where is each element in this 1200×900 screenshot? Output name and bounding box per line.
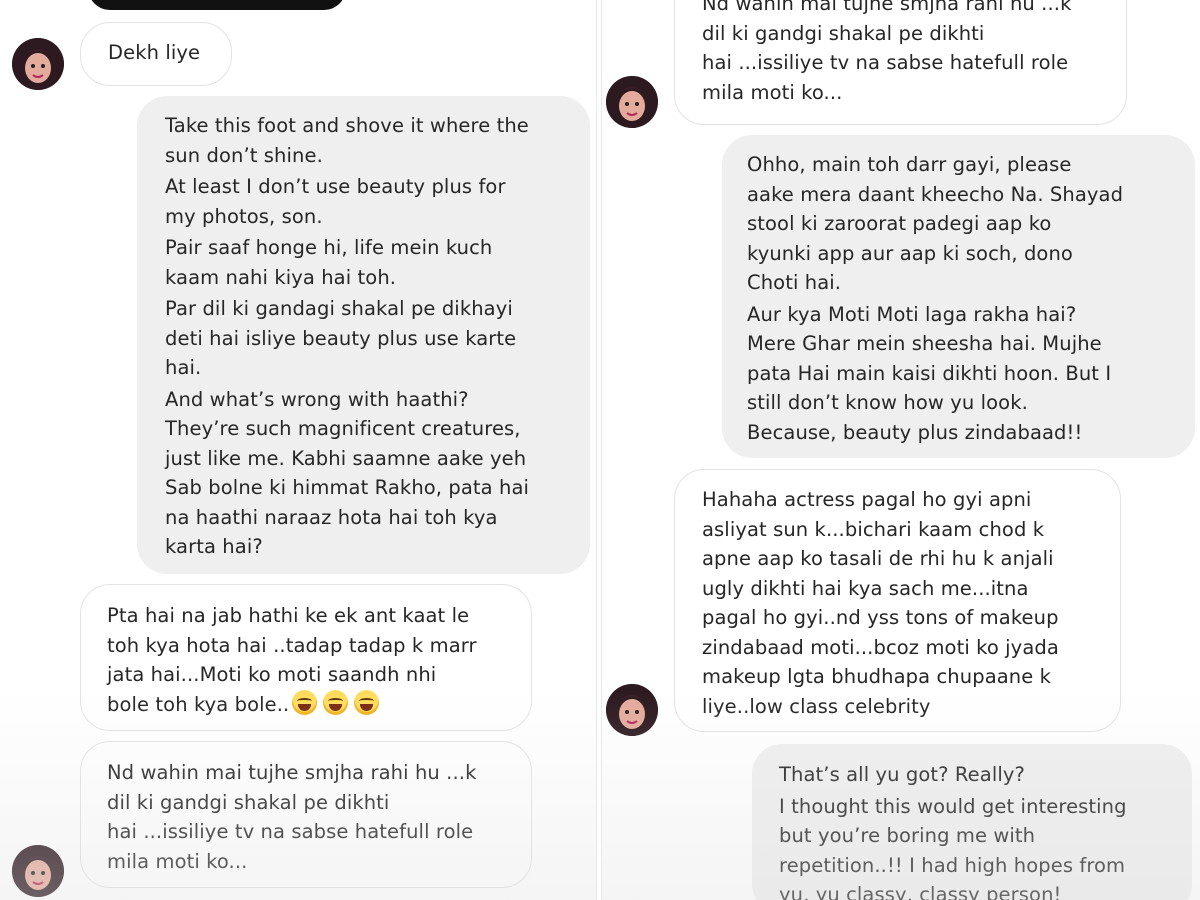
message-line: aake mera daant kheecho Na. Shayad — [747, 182, 1124, 206]
message-line: dil ki gandgi shakal pe dikhti — [107, 790, 390, 814]
incoming-message: Dekh liye — [80, 22, 232, 86]
message-line: na haathi naraaz hota hai toh kya — [165, 505, 498, 529]
message-line: Hahaha actress pagal ho gyi apni — [702, 488, 1032, 511]
message-line: pagal ho gyi..nd yss tons of makeup — [702, 606, 1059, 629]
profile-avatar-icon[interactable] — [606, 76, 658, 128]
message-text: Dekh liye — [108, 41, 201, 64]
message-line: Aur kya Moti Moti laga rakha hai? — [747, 302, 1077, 326]
message-line: still don’t know how yu look. — [747, 391, 1028, 414]
message-line: liye..low class celebrity — [702, 694, 931, 718]
message-line: mila moti ko... — [702, 80, 843, 104]
message-line: jata hai...Moti ko moti saandh nhi — [107, 663, 437, 686]
message-line: Because, beauty plus zindabaad!! — [747, 420, 1083, 444]
screenshot-collage: Dekh liye Take this foot and shove it wh… — [0, 0, 1200, 900]
message-line: my photos, son. — [165, 204, 323, 228]
message-line: apne aap ko tasali de rhi hu k anjali — [702, 547, 1054, 570]
message-line: sun don’t shine. — [165, 143, 323, 167]
message-line: karta hai? — [165, 535, 263, 558]
message-line: At least I don’t use beauty plus for — [165, 175, 506, 198]
message-line: Ohho, main toh darr gayi, please — [747, 153, 1072, 176]
incoming-message: Hahaha actress pagal ho gyi apni asliyat… — [674, 469, 1121, 732]
message-line: Mere Ghar mein sheesha hai. Mujhe — [747, 332, 1102, 355]
message-line: Pair saaf honge hi, life mein kuch — [165, 236, 493, 259]
message-line: makeup lgta bhudhapa chupaane k — [702, 665, 1052, 688]
message-line: yu, yu classy, classy person! — [779, 883, 1062, 900]
message-line: They’re such magnificent creatures, — [165, 417, 521, 440]
message-line: And what’s wrong with haathi? — [165, 387, 469, 411]
message-line: Pta hai na jab hathi ke ek ant kaat le — [107, 604, 470, 627]
profile-avatar-icon[interactable] — [12, 845, 64, 897]
message-line: That’s all yu got? Really? — [779, 763, 1025, 786]
message-line: Sab bolne ki himmat Rakho, pata hai — [165, 476, 530, 499]
profile-avatar-icon[interactable] — [12, 38, 64, 90]
message-line: Nd wahin mai tujhe smjha rahi hu ...k — [702, 0, 1072, 15]
message-line: kyunki app aur aap ki soch, dono — [747, 241, 1073, 265]
message-line: hai. — [165, 356, 202, 379]
message-line: mila moti ko... — [107, 849, 248, 873]
message-line: zindabaad moti...bcoz moti ko jyada — [702, 635, 1059, 659]
message-line: pata Hai main kaisi dikhti hoon. But I — [747, 361, 1112, 385]
message-line: deti hai isliye beauty plus use karte — [165, 326, 517, 350]
left-chat-panel: Dekh liye Take this foot and shove it wh… — [0, 0, 596, 900]
message-line: asliyat sun k...bichari kaam chod k — [702, 517, 1045, 541]
message-line: hai ...issiliye tv na sabse hatefull rol… — [107, 820, 474, 843]
message-line: dil ki gandgi shakal pe dikhti — [702, 21, 985, 45]
message-line: hai ...issiliye tv na sabse hatefull rol… — [702, 51, 1069, 74]
message-line: Choti hai. — [747, 271, 842, 294]
message-line: Par dil ki gandagi shakal pe dikhayi — [165, 297, 513, 320]
message-line: I thought this would get interesting — [779, 794, 1127, 818]
joy-emoji — [354, 689, 380, 715]
message-line: repetition..!! I had high hopes from — [779, 853, 1126, 877]
message-line-text: bole toh kya bole.. — [107, 692, 290, 716]
incoming-message: Nd wahin mai tujhe smjha rahi hu ...k di… — [80, 741, 532, 888]
message-line: kaam nahi kiya hai toh. — [165, 265, 397, 289]
message-line: but you’re boring me with — [779, 824, 1036, 847]
joy-emoji — [323, 689, 349, 715]
message-line: Take this foot and shove it where the — [165, 114, 529, 137]
outgoing-message: Ohho, main toh darr gayi, please aake mer… — [722, 135, 1195, 458]
profile-avatar-icon[interactable] — [606, 684, 658, 736]
joy-emoji — [292, 689, 318, 715]
message-line: just like me. Kabhi saamne aake yeh — [165, 446, 527, 470]
incoming-message: Pta hai na jab hathi ke ek ant kaat le t… — [80, 584, 532, 731]
incoming-message: Nd wahin mai tujhe smjha rahi hu ...k di… — [674, 0, 1127, 125]
message-line: ugly dikhti hai kya sach me...itna — [702, 576, 1029, 600]
outgoing-message: That’s all yu got? Really? I thought thi… — [752, 744, 1192, 900]
previous-message-bubble — [88, 0, 346, 10]
right-chat-panel: Nd wahin mai tujhe smjha rahi hu ...k di… — [602, 0, 1200, 900]
outgoing-message: Take this foot and shove it where the sun… — [137, 96, 590, 574]
message-line: bole toh kya bole.. — [107, 689, 531, 720]
message-line: stool ki zaroorat padegi aap ko — [747, 212, 1052, 235]
message-line: Nd wahin mai tujhe smjha rahi hu ...k — [107, 761, 477, 784]
message-line: toh kya hota hai ..tadap tadap k marr — [107, 633, 477, 657]
